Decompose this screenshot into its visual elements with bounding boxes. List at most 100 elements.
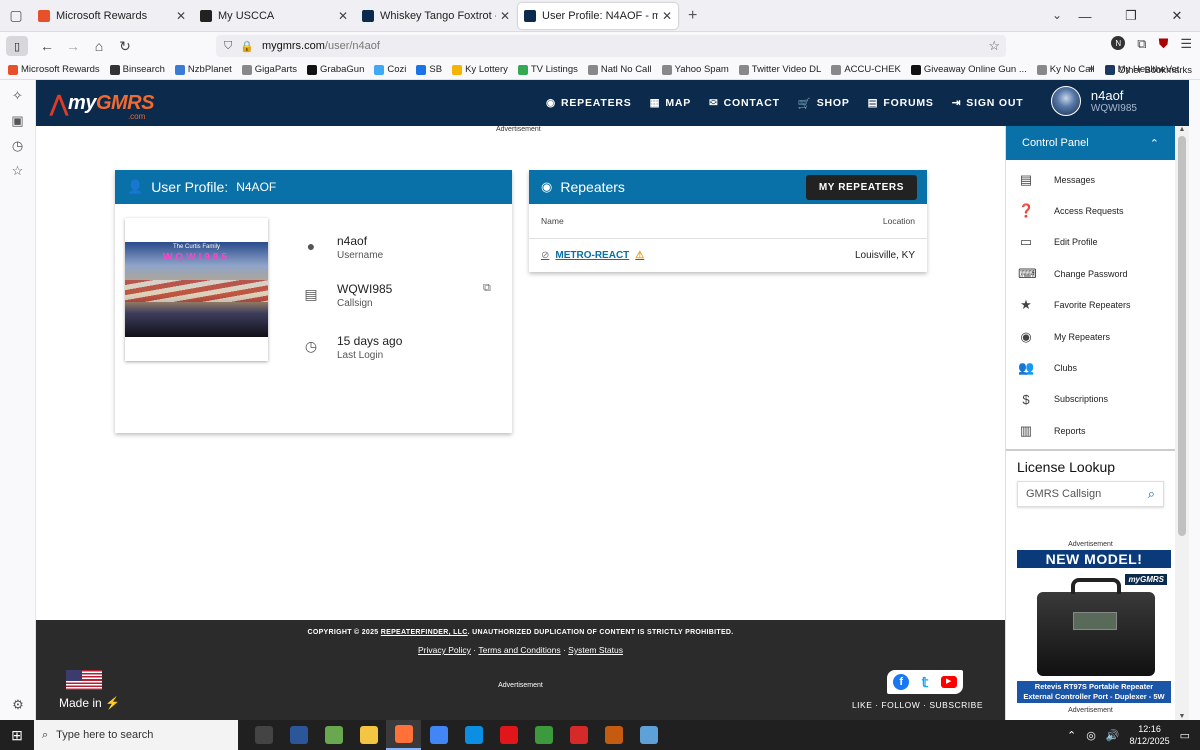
- ai-chat-icon[interactable]: ✧: [0, 88, 35, 105]
- taskbar-search-input[interactable]: ⌕ Type here to search: [34, 720, 238, 750]
- bookmark-item[interactable]: Cozi: [374, 64, 406, 75]
- repeaterfinder-link[interactable]: REPEATERFINDER, LLC: [381, 629, 468, 636]
- other-bookmarks-folder[interactable]: 🗀 Other Bookmarks: [1106, 63, 1192, 79]
- network-icon[interactable]: ◎: [1086, 729, 1096, 742]
- external-link-icon[interactable]: ⧉: [483, 282, 491, 295]
- mygmrs-logo[interactable]: ⋀ myGMRS .com: [50, 92, 154, 121]
- address-bar[interactable]: ⛉ 🔒 mygmrs.com/user/n4aof ☆: [216, 35, 1006, 57]
- extensions-puzzle-icon[interactable]: ⧉: [1137, 36, 1146, 52]
- control-panel-item-reports[interactable]: ▥ Reports: [1006, 415, 1175, 446]
- bookmark-star-icon[interactable]: ☆: [988, 38, 1000, 54]
- terms-link[interactable]: Terms and Conditions: [478, 645, 560, 655]
- windows-start-icon[interactable]: ⊞: [0, 727, 34, 744]
- control-panel-item-change-password[interactable]: ⌨ Change Password: [1006, 258, 1175, 289]
- taskbar-app-app-8[interactable]: [526, 720, 561, 750]
- youtube-icon[interactable]: ▶: [940, 676, 957, 688]
- menu-icon[interactable]: ☰: [1180, 36, 1192, 52]
- nav-repeaters[interactable]: ◉ REPEATERS: [546, 97, 632, 109]
- forward-button[interactable]: →: [60, 38, 86, 54]
- taskbar-app-chrome[interactable]: [421, 720, 456, 750]
- taskbar-app-file-explorer[interactable]: [351, 720, 386, 750]
- close-tab-icon[interactable]: ✕: [338, 9, 348, 23]
- sidebar-settings-gear-icon[interactable]: ⚙: [0, 697, 36, 714]
- bookmark-item[interactable]: NzbPlanet: [174, 64, 232, 75]
- back-button[interactable]: ←: [34, 38, 60, 54]
- bookmark-item[interactable]: GrabaGun: [307, 64, 364, 75]
- nav-shop[interactable]: 🛒 SHOP: [798, 97, 850, 110]
- control-panel-item-messages[interactable]: ▤ Messages: [1006, 164, 1175, 195]
- browser-tab[interactable]: Microsoft Rewards ✕: [32, 3, 192, 29]
- taskbar-app-app-10[interactable]: [596, 720, 631, 750]
- reload-button[interactable]: ↻: [112, 38, 138, 55]
- scroll-up-icon[interactable]: ▲: [1175, 126, 1189, 133]
- bookmark-item[interactable]: SB: [416, 64, 442, 75]
- bookmark-item[interactable]: ACCU-CHEK: [831, 64, 901, 75]
- new-tab-button[interactable]: +: [688, 7, 697, 25]
- nav-contact[interactable]: ✉ CONTACT: [709, 97, 780, 109]
- tab-list-chevron-icon[interactable]: ⌄: [1052, 8, 1062, 22]
- scroll-down-icon[interactable]: ▼: [1175, 713, 1189, 720]
- taskbar-app-app-2[interactable]: [316, 720, 351, 750]
- tray-chevron-icon[interactable]: ⌃: [1067, 729, 1076, 742]
- minimize-button[interactable]: —: [1062, 9, 1108, 24]
- twitter-icon[interactable]: 𝕥: [922, 674, 929, 691]
- taskbar-app-task-view[interactable]: [246, 720, 281, 750]
- facebook-icon[interactable]: f: [893, 674, 910, 690]
- bookmark-item[interactable]: Ky No Call: [1036, 64, 1095, 75]
- search-icon[interactable]: ⌕: [1148, 486, 1155, 502]
- browser-tab[interactable]: User Profile: N4AOF - myGMRS. ✕: [518, 2, 678, 29]
- browser-tab[interactable]: My USCCA ✕: [194, 3, 354, 29]
- bookmark-item[interactable]: Binsearch: [109, 64, 165, 75]
- sidebar-toggle-icon[interactable]: ▯: [6, 36, 28, 56]
- control-panel-header[interactable]: Control Panel ⌃: [1006, 126, 1175, 160]
- control-panel-item-favorite-repeaters[interactable]: ★ Favorite Repeaters: [1006, 290, 1175, 321]
- privacy-policy-link[interactable]: Privacy Policy: [418, 645, 471, 655]
- clock[interactable]: 12:16 8/12/2025: [1130, 723, 1170, 747]
- control-panel-item-clubs[interactable]: 👥 Clubs: [1006, 352, 1175, 383]
- notification-icon[interactable]: ▭: [1180, 729, 1190, 742]
- callsign-search-input[interactable]: GMRS Callsign ⌕: [1017, 480, 1164, 507]
- more-bookmarks-chevron-icon[interactable]: »: [1089, 63, 1094, 79]
- bookmarks-star-icon[interactable]: ☆: [0, 163, 35, 180]
- nav-forums[interactable]: ▤ FORUMS: [868, 97, 934, 109]
- close-window-button[interactable]: ✕: [1154, 8, 1200, 24]
- volume-icon[interactable]: 🔊: [1106, 729, 1120, 742]
- bookmark-item[interactable]: TV Listings: [517, 64, 578, 75]
- repeater-name[interactable]: METRO-REACT: [555, 250, 629, 261]
- user-menu[interactable]: n4aof WQWI985: [1050, 86, 1137, 116]
- browser-tab[interactable]: Whiskey Tango Foxtrot - myGM ✕: [356, 3, 516, 29]
- bookmark-item[interactable]: Ky Lottery: [452, 64, 508, 75]
- history-icon[interactable]: ◷: [0, 138, 35, 155]
- taskbar-app-edge[interactable]: [456, 720, 491, 750]
- bookmark-item[interactable]: Giveaway Online Gun ...: [910, 64, 1027, 75]
- close-tab-icon[interactable]: ✕: [500, 9, 510, 23]
- system-status-link[interactable]: System Status: [568, 645, 623, 655]
- extension-n-icon[interactable]: N: [1111, 36, 1126, 50]
- tab-overview-icon[interactable]: ▢: [0, 0, 32, 32]
- nav-sign-out[interactable]: ⇥ SIGN OUT: [952, 97, 1024, 109]
- taskbar-app-opera[interactable]: [491, 720, 526, 750]
- control-panel-item-my-repeaters[interactable]: ◉ My Repeaters: [1006, 321, 1175, 352]
- ublock-shield-icon[interactable]: ⛊: [1159, 36, 1169, 52]
- bookmark-item[interactable]: GigaParts: [241, 64, 297, 75]
- bookmark-item[interactable]: Natl No Call: [587, 64, 652, 75]
- control-panel-item-access-requests[interactable]: ❓ Access Requests: [1006, 195, 1175, 226]
- home-button[interactable]: ⌂: [86, 38, 112, 54]
- taskbar-app-app-9[interactable]: [561, 720, 596, 750]
- repeater-link[interactable]: ⊘ METRO-REACT ⚠: [541, 250, 644, 261]
- close-tab-icon[interactable]: ✕: [662, 9, 672, 23]
- taskbar-app-firefox[interactable]: [386, 720, 421, 750]
- control-panel-item-subscriptions[interactable]: $ Subscriptions: [1006, 384, 1175, 415]
- taskbar-app-word[interactable]: [281, 720, 316, 750]
- scrollbar-thumb[interactable]: [1178, 136, 1186, 536]
- my-repeaters-button[interactable]: MY REPEATERS: [805, 175, 917, 200]
- taskbar-app-app-11[interactable]: [631, 720, 666, 750]
- nav-map[interactable]: ▦ MAP: [650, 97, 691, 109]
- advertisement-banner[interactable]: NEW MODEL! myGMRS Retevis RT97S Portable…: [1017, 549, 1171, 703]
- bookmark-item[interactable]: Yahoo Spam: [661, 64, 729, 75]
- close-tab-icon[interactable]: ✕: [176, 9, 186, 23]
- control-panel-item-edit-profile[interactable]: ▭ Edit Profile: [1006, 227, 1175, 258]
- chevron-up-icon[interactable]: ⌃: [1150, 137, 1159, 150]
- restore-button[interactable]: ❐: [1108, 8, 1154, 24]
- page-scrollbar[interactable]: ▲ ▼: [1175, 126, 1189, 720]
